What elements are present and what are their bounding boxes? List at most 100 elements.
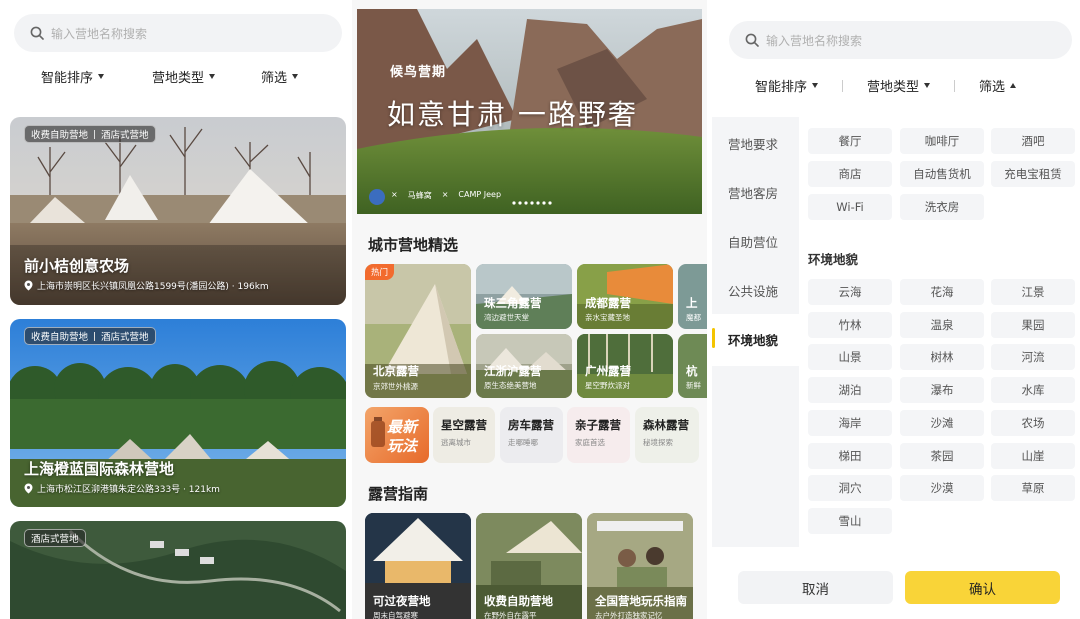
guide-card[interactable]: 全国营地玩乐指南 去户外打造独家记忆 (587, 513, 693, 619)
city-subtitle: 亲水宝藏圣地 (585, 313, 630, 322)
facility-option[interactable]: 洗衣房 (900, 194, 984, 220)
cancel-button[interactable]: 取消 (738, 571, 893, 604)
guide-subtitle: 周末自驾避寒 (373, 611, 418, 619)
search-bar[interactable]: 输入营地名称搜索 (729, 21, 1072, 59)
chip-family[interactable]: 亲子露营 家庭首选 (567, 407, 630, 463)
hot-badge: 热门 (365, 264, 395, 280)
location-pin-icon (24, 483, 33, 494)
search-placeholder: 输入营地名称搜索 (766, 33, 863, 48)
camp-name: 前小桔创意农场 (24, 257, 130, 275)
side-tab-terrain[interactable]: 环境地貌 (728, 330, 778, 349)
terrain-option[interactable]: 海岸 (808, 409, 892, 436)
sort-type-button[interactable]: 营地类型 (152, 67, 216, 86)
terrain-option[interactable]: 河流 (991, 344, 1075, 371)
city-tile[interactable]: 广州露营 星空野炊派对 (577, 334, 673, 398)
search-icon (745, 33, 759, 47)
terrain-option[interactable]: 沙滩 (900, 409, 984, 436)
city-tile[interactable]: 成都露营 亲水宝藏圣地 (577, 264, 673, 329)
side-tab-rooms[interactable]: 营地客房 (728, 183, 778, 202)
facility-option[interactable]: 商店 (808, 161, 892, 187)
city-tile[interactable]: 杭 新鲜 (678, 334, 707, 398)
discover-panel: 候鸟营期 如意甘肃 一路野奢 × 马蜂窝 × CAMP Jeep 城市营地精选 热门 … (352, 0, 707, 619)
caret-down-icon (98, 74, 105, 79)
terrain-option[interactable]: 水库 (991, 377, 1075, 404)
search-bar[interactable]: 输入营地名称搜索 (14, 14, 342, 52)
active-tab-indicator (712, 328, 715, 348)
terrain-option[interactable]: 江景 (991, 279, 1075, 305)
camp-list-panel: 输入营地名称搜索 智能排序 营地类型 筛选 收费自助营地 酒店式营地 前小桔创意… (0, 0, 352, 619)
newest-play-badge[interactable]: 最新 玩法 (365, 407, 429, 463)
facility-option[interactable]: 酒吧 (991, 128, 1075, 154)
side-tab-requirements[interactable]: 营地要求 (728, 134, 778, 153)
terrain-option[interactable]: 茶园 (900, 442, 984, 469)
city-name: 成都露营 (585, 296, 631, 310)
terrain-option[interactable]: 山景 (808, 344, 892, 371)
side-tab-self-service[interactable]: 自助营位 (728, 232, 778, 251)
chip-starry[interactable]: 星空露营 逃离城市 (433, 407, 495, 463)
camp-card[interactable]: 收费自助营地 酒店式营地 前小桔创意农场 上海市崇明区长兴镇凤凰公路1599号(潘… (10, 117, 346, 305)
city-name: 珠三角露营 (484, 296, 542, 310)
facility-option[interactable]: 咖啡厅 (900, 128, 984, 154)
city-subtitle: 星空野炊派对 (585, 381, 630, 390)
guide-card[interactable]: 收费自助营地 在野外自在露平 (476, 513, 582, 619)
caret-down-icon (924, 83, 931, 88)
banner-partners: × 马蜂窝 × CAMP Jeep (391, 190, 502, 200)
caret-down-icon (812, 83, 819, 88)
camp-card[interactable]: 收费自助营地 酒店式营地 上海橙蓝国际森林营地 上海市松江区泖港镇朱定公路333号… (10, 319, 346, 507)
terrain-option[interactable]: 瀑布 (900, 377, 984, 404)
chip-forest[interactable]: 森林露营 秘境探索 (635, 407, 699, 463)
sort-filter-button[interactable]: 筛选 (261, 67, 299, 86)
terrain-option[interactable]: 农场 (991, 409, 1075, 436)
city-subtitle: 京郊世外桃源 (373, 382, 418, 391)
search-icon (30, 26, 44, 40)
side-tab-facilities[interactable]: 公共设施 (728, 281, 778, 300)
confirm-button[interactable]: 确认 (905, 571, 1060, 604)
sort-bar: 智能排序 营地类型 筛选 (41, 67, 299, 86)
chip-rv[interactable]: 房车露营 走哪睡哪 (500, 407, 563, 463)
city-name: 杭 (686, 364, 698, 378)
facility-option[interactable]: 充电宝租赁 (991, 161, 1075, 187)
sort-bar: 智能排序 营地类型 筛选 (755, 76, 1017, 95)
search-placeholder: 输入营地名称搜索 (51, 26, 148, 41)
terrain-option[interactable]: 温泉 (900, 311, 984, 338)
sort-filter-button[interactable]: 筛选 (979, 76, 1017, 95)
play-badge-line2: 玩法 (387, 437, 418, 455)
facility-option[interactable]: 餐厅 (808, 128, 892, 154)
guide-card[interactable]: 可过夜营地 周末自驾避寒 (365, 513, 471, 619)
caret-down-icon (292, 74, 299, 79)
city-tile-beijing[interactable]: 热门 北京露营 京郊世外桃源 (365, 264, 471, 398)
terrain-option[interactable]: 草原 (991, 475, 1075, 502)
guide-section-title: 露营指南 (368, 485, 429, 503)
promo-banner[interactable]: 候鸟营期 如意甘肃 一路野奢 × 马蜂窝 × CAMP Jeep (357, 9, 702, 214)
location-pin-icon (24, 280, 33, 291)
sort-smart-button[interactable]: 智能排序 (755, 76, 819, 95)
terrain-option[interactable]: 竹林 (808, 311, 892, 338)
camp-photo (10, 117, 346, 305)
banner-brand: 候鸟营期 (390, 65, 447, 80)
terrain-option[interactable]: 山崖 (991, 442, 1075, 469)
city-tile[interactable]: 江浙沪露营 原生态绝美营地 (476, 334, 572, 398)
city-name: 江浙沪露营 (484, 364, 542, 378)
terrain-option[interactable]: 果园 (991, 311, 1075, 338)
city-tile[interactable]: 上 魔都 (678, 264, 707, 329)
camp-address: 上海市松江区泖港镇朱定公路333号 · 121km (24, 482, 220, 495)
terrain-option[interactable]: 湖泊 (808, 377, 892, 404)
camp-tags: 收费自助营地 酒店式营地 (24, 125, 156, 143)
facility-option[interactable]: Wi-Fi (808, 194, 892, 220)
terrain-option[interactable]: 云海 (808, 279, 892, 305)
sort-type-button[interactable]: 营地类型 (867, 76, 931, 95)
caret-up-icon (1010, 83, 1017, 88)
terrain-option[interactable]: 树林 (900, 344, 984, 371)
terrain-option[interactable]: 花海 (900, 279, 984, 305)
city-tile[interactable]: 珠三角露营 湾边避世天堂 (476, 264, 572, 329)
facility-option[interactable]: 自动售货机 (900, 161, 984, 187)
terrain-option[interactable]: 洞穴 (808, 475, 892, 502)
banner-slogan: 如意甘肃 一路野奢 (387, 98, 638, 131)
guide-title: 收费自助营地 (484, 594, 553, 608)
sort-smart-button[interactable]: 智能排序 (41, 67, 105, 86)
city-name: 广州露营 (585, 364, 631, 378)
camp-card[interactable]: 酒店式营地 (10, 521, 346, 619)
terrain-option[interactable]: 梯田 (808, 442, 892, 469)
terrain-option[interactable]: 雪山 (808, 507, 892, 534)
terrain-option[interactable]: 沙漠 (900, 475, 984, 502)
